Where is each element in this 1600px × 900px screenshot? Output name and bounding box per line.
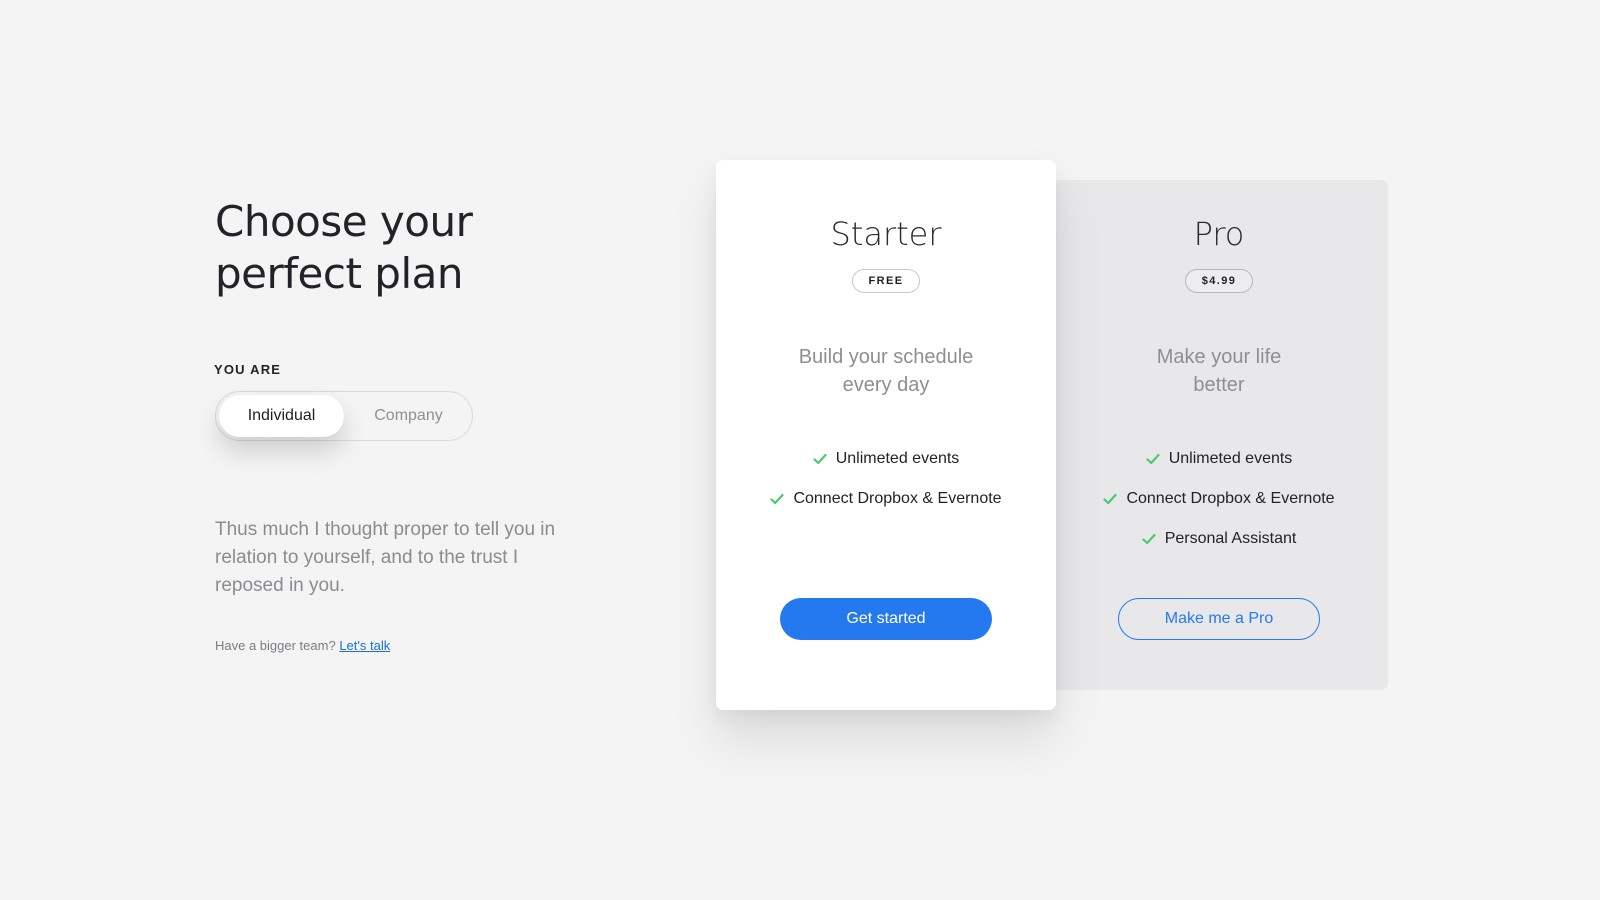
feature-label: Personal Assistant	[1164, 530, 1297, 547]
check-icon	[1103, 493, 1118, 505]
toggle-individual[interactable]: Individual	[219, 395, 344, 437]
intro-section: Choose your perfect plan YOU ARE Individ…	[214, 196, 595, 653]
feature-list: Unlimeted events Connect Dropbox & Evern…	[716, 439, 1056, 519]
team-note: Have a bigger team? Let's talk	[215, 638, 595, 653]
team-prompt: Have a bigger team?	[215, 638, 336, 653]
feature-label: Connect Dropbox & Evernote	[793, 490, 1002, 507]
price-badge: $4.99	[1184, 269, 1254, 293]
check-icon	[770, 493, 785, 505]
intro-description: Thus much I thought proper to tell you i…	[215, 519, 556, 596]
plan-name: Pro	[1193, 215, 1245, 253]
feature-item: Connect Dropbox & Evernote	[716, 479, 1056, 519]
lets-talk-link[interactable]: Let's talk	[339, 638, 390, 653]
plan-tagline: Build your schedule every day	[798, 346, 974, 396]
feature-label: Unlimeted events	[1168, 450, 1293, 467]
feature-item: Personal Assistant	[1050, 519, 1388, 559]
feature-list: Unlimeted events Connect Dropbox & Evern…	[1050, 439, 1388, 559]
plan-card-starter: Starter FREE Build your schedule every d…	[716, 160, 1056, 710]
plan-tagline: Make your life better	[1156, 346, 1282, 396]
make-me-pro-button[interactable]: Make me a Pro	[1118, 598, 1320, 640]
feature-label: Unlimeted events	[835, 450, 960, 467]
audience-toggle: Individual Company	[215, 391, 473, 441]
plan-name: Starter	[830, 215, 942, 253]
check-icon	[1142, 533, 1156, 545]
page-title: Choose your perfect plan	[215, 196, 595, 300]
check-icon	[1146, 453, 1160, 465]
feature-item: Unlimeted events	[1050, 439, 1388, 479]
feature-label: Connect Dropbox & Evernote	[1126, 490, 1335, 507]
audience-label: YOU ARE	[214, 362, 282, 377]
toggle-company[interactable]: Company	[346, 395, 471, 437]
get-started-button[interactable]: Get started	[780, 598, 992, 640]
page-title-line-1: Choose your	[215, 197, 473, 246]
pricing-page: Choose your perfect plan YOU ARE Individ…	[0, 0, 1600, 900]
feature-item: Connect Dropbox & Evernote	[1050, 479, 1388, 519]
plan-card-pro: Pro $4.99 Make your life better Unlimete…	[1050, 180, 1388, 690]
check-icon	[813, 453, 827, 465]
page-title-line-2: perfect plan	[215, 249, 464, 298]
price-badge: FREE	[851, 269, 921, 293]
feature-item: Unlimeted events	[716, 439, 1056, 479]
